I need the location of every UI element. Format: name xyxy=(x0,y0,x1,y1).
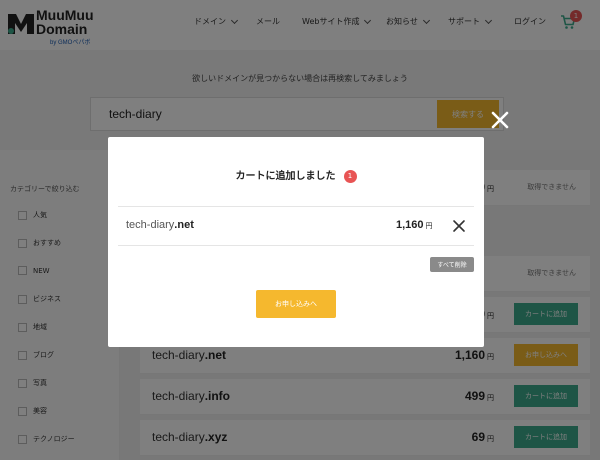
clear-all-button[interactable]: すべて削除 xyxy=(430,257,474,272)
cart-added-modal: カートに追加しました 1 tech-diary.net 1,160 円 すべて削除 … xyxy=(108,137,484,347)
modal-title: カートに追加しました 1 xyxy=(108,167,484,183)
cart-item-row: tech-diary.net 1,160 円 xyxy=(118,206,474,246)
modal-cart-count-badge: 1 xyxy=(343,170,357,183)
modal-title-text: カートに追加しました xyxy=(235,171,336,182)
cart-item-domain: tech-diary.net xyxy=(126,219,194,231)
cart-item-price: 1,160 円 xyxy=(396,219,433,231)
checkout-button[interactable]: お申し込みへ xyxy=(256,290,336,318)
close-icon[interactable] xyxy=(490,110,510,130)
remove-item-icon[interactable] xyxy=(452,219,466,233)
